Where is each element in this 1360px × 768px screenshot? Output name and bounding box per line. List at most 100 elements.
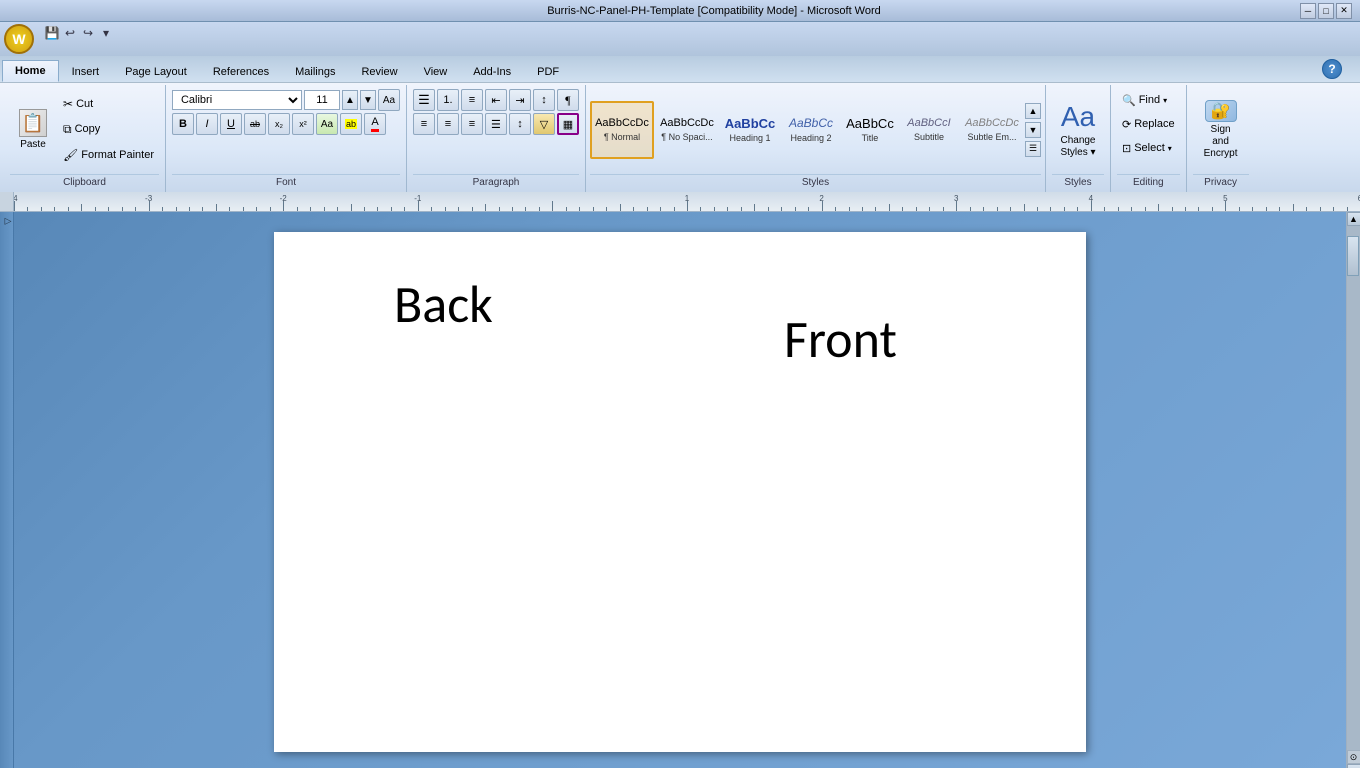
page-text-back: Back — [394, 272, 493, 336]
tab-addins[interactable]: Add-Ins — [460, 60, 524, 82]
style-normal[interactable]: AaBbCcDc ¶ Normal — [590, 101, 654, 159]
tab-pdf[interactable]: PDF — [524, 60, 572, 82]
find-icon: 🔍 — [1122, 94, 1136, 107]
multilevel-btn[interactable]: ≡ — [461, 89, 483, 111]
ribbon-content: 📋 Paste ✂ Cut ⧉ Copy 🖌 Format Painter — [0, 82, 1360, 192]
style-subtitle[interactable]: AaBbCcI Subtitle — [899, 101, 959, 159]
styles-expand[interactable]: ☰ — [1025, 141, 1041, 157]
sort-btn[interactable]: ↕ — [533, 89, 555, 111]
highlight-btn[interactable]: ab — [340, 113, 362, 135]
close-button[interactable]: ✕ — [1336, 3, 1352, 19]
tab-home[interactable]: Home — [2, 60, 59, 82]
style-heading2-label: Heading 2 — [790, 133, 831, 143]
font-size-decrease-btn[interactable]: ▼ — [360, 90, 376, 110]
show-marks-btn[interactable]: ¶ — [557, 89, 579, 111]
ribbon-tabs: Home Insert Page Layout References Maili… — [0, 56, 1360, 82]
style-no-spacing[interactable]: AaBbCcDc ¶ No Spaci... — [655, 101, 719, 159]
copy-button[interactable]: ⧉ Copy — [58, 118, 159, 140]
tab-mailings[interactable]: Mailings — [282, 60, 348, 82]
minimize-button[interactable]: ─ — [1300, 3, 1316, 19]
sign-encrypt-button[interactable]: 🔐 Sign and Encrypt — [1193, 95, 1249, 165]
scroll-track[interactable] — [1347, 226, 1360, 750]
bullets-btn[interactable]: ☰ — [413, 89, 435, 111]
scroll-down-btn[interactable]: ▼ — [1347, 764, 1360, 768]
style-heading1[interactable]: AaBbCc Heading 1 — [720, 101, 780, 159]
superscript-button[interactable]: x² — [292, 113, 314, 135]
font-size-increase-btn[interactable]: ▲ — [342, 90, 358, 110]
sign-encrypt-icon: 🔐 — [1205, 100, 1237, 122]
save-quick-btn[interactable]: 💾 — [44, 25, 60, 41]
paste-button[interactable]: 📋 Paste — [10, 89, 56, 170]
underline-button[interactable]: U — [220, 113, 242, 135]
align-left-btn[interactable]: ≡ — [413, 113, 435, 135]
format-painter-button[interactable]: 🖌 Format Painter — [58, 144, 159, 166]
help-button[interactable]: ? — [1322, 59, 1342, 79]
style-subtle-em[interactable]: AaBbCcDc Subtle Em... — [960, 101, 1024, 159]
document-area[interactable]: Back Front — [14, 212, 1346, 768]
privacy-group-content: 🔐 Sign and Encrypt — [1193, 87, 1249, 172]
style-subtle-em-preview: AaBbCcDc — [963, 117, 1021, 130]
clear-format-btn[interactable]: Aa — [378, 89, 400, 111]
font-group-content: Calibri ▲ ▼ Aa B I U ab x₂ x² Aa ab — [172, 87, 400, 172]
main-area: ◁ Back Front ▲ ⊙ ▼ — [0, 212, 1360, 768]
tab-page-layout[interactable]: Page Layout — [112, 60, 200, 82]
styles-group-label: Styles — [590, 174, 1041, 190]
tab-view[interactable]: View — [411, 60, 461, 82]
style-no-spacing-label: ¶ No Spaci... — [661, 132, 712, 142]
change-styles-icon: Aa — [1062, 101, 1094, 133]
font-size-input[interactable] — [304, 90, 340, 110]
style-title[interactable]: AaBbCc Title — [842, 101, 898, 159]
shading-btn[interactable]: ▽ — [533, 113, 555, 135]
editing-group: 🔍 Find ▾ ⟳ Replace ⊡ Select ▾ Editing — [1111, 85, 1187, 192]
font-group: Calibri ▲ ▼ Aa B I U ab x₂ x² Aa ab — [166, 85, 407, 192]
office-button[interactable]: W — [4, 24, 34, 54]
strikethrough-button[interactable]: ab — [244, 113, 266, 135]
italic-button[interactable]: I — [196, 113, 218, 135]
editing-group-label: Editing — [1117, 174, 1180, 190]
tab-review[interactable]: Review — [348, 60, 410, 82]
editing-group-content: 🔍 Find ▾ ⟳ Replace ⊡ Select ▾ — [1117, 87, 1180, 172]
style-heading2[interactable]: AaBbCc Heading 2 — [781, 101, 841, 159]
justify-btn[interactable]: ☰ — [485, 113, 507, 135]
select-button[interactable]: ⊡ Select ▾ — [1117, 137, 1177, 159]
find-button[interactable]: 🔍 Find ▾ — [1117, 89, 1172, 111]
change-styles-button[interactable]: Aa ChangeStyles ▾ — [1052, 95, 1104, 165]
scroll-thumb[interactable] — [1347, 236, 1359, 276]
tab-insert[interactable]: Insert — [59, 60, 113, 82]
font-color-btn[interactable]: A — [364, 113, 386, 135]
right-scrollbar: ▲ ⊙ ▼ — [1346, 212, 1360, 768]
paste-label: Paste — [20, 139, 46, 150]
increase-indent-btn[interactable]: ⇥ — [509, 89, 531, 111]
maximize-button[interactable]: □ — [1318, 3, 1334, 19]
quick-access-toolbar: 💾 ↩ ↪ ▾ — [44, 24, 114, 42]
ruler-side — [0, 192, 14, 211]
subscript-button[interactable]: x₂ — [268, 113, 290, 135]
scroll-select-browse-btn[interactable]: ⊙ — [1347, 750, 1360, 764]
customize-quick-btn[interactable]: ▾ — [98, 25, 114, 41]
styles-scroll-down[interactable]: ▼ — [1025, 122, 1041, 138]
copy-icon: ⧉ — [63, 122, 72, 137]
decrease-indent-btn[interactable]: ⇤ — [485, 89, 507, 111]
undo-quick-btn[interactable]: ↩ — [62, 25, 78, 41]
clipboard-right: ✂ Cut ⧉ Copy 🖌 Format Painter — [58, 89, 159, 170]
left-margin: ◁ — [0, 212, 14, 768]
page-text-front: Front — [784, 307, 897, 371]
bold-button[interactable]: B — [172, 113, 194, 135]
scroll-up-btn[interactable]: ▲ — [1347, 212, 1360, 226]
tab-references[interactable]: References — [200, 60, 282, 82]
replace-button[interactable]: ⟳ Replace — [1117, 113, 1180, 135]
font-family-select[interactable]: Calibri — [172, 90, 302, 110]
change-case-btn[interactable]: Aa — [316, 113, 338, 135]
align-center-btn[interactable]: ≡ — [437, 113, 459, 135]
styles-scroll-up[interactable]: ▲ — [1025, 103, 1041, 119]
align-right-btn[interactable]: ≡ — [461, 113, 483, 135]
cut-button[interactable]: ✂ Cut — [58, 93, 159, 115]
select-label: Select — [1134, 142, 1165, 154]
border-btn[interactable]: ▦ — [557, 113, 579, 135]
change-styles-content: Aa ChangeStyles ▾ — [1052, 87, 1104, 172]
find-arrow: ▾ — [1163, 96, 1167, 105]
redo-quick-btn[interactable]: ↪ — [80, 25, 96, 41]
line-spacing-btn[interactable]: ↕ — [509, 113, 531, 135]
numbering-btn[interactable]: 1. — [437, 89, 459, 111]
font-row-1: Calibri ▲ ▼ Aa — [172, 89, 400, 111]
